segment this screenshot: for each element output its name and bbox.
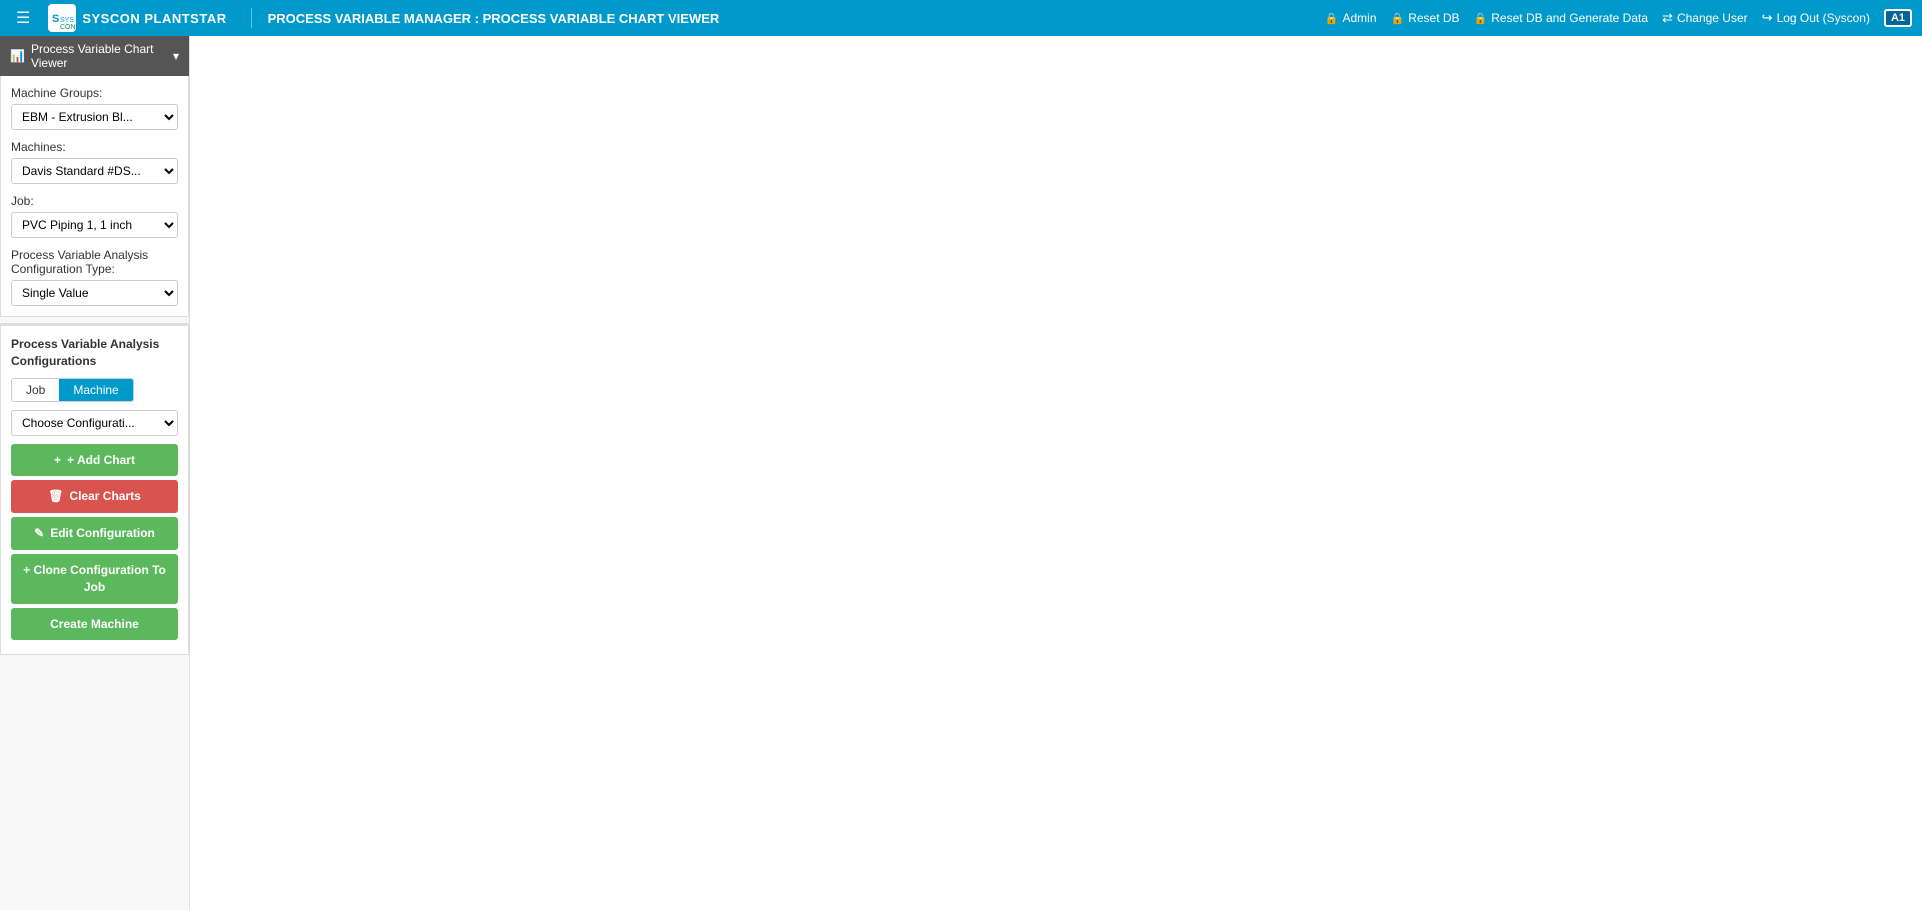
tab-machine[interactable]: Machine — [59, 379, 132, 401]
job-label: Job: — [11, 194, 178, 208]
sidebar: 📊 Process Variable Chart Viewer ▾ Machin… — [0, 36, 190, 910]
panel-header-label: Process Variable Chart Viewer — [31, 42, 167, 70]
logo: S SYS CON SYSCON PLANTSTAR — [48, 4, 226, 32]
clone-config-label: + Clone Configuration To Job — [21, 562, 168, 596]
machines-select[interactable]: Davis Standard #DS... — [11, 158, 178, 184]
plantstar-logo-icon: S SYS CON — [48, 4, 76, 32]
job-select[interactable]: PVC Piping 1, 1 inch — [11, 212, 178, 238]
machine-groups-select[interactable]: EBM - Extrusion Bl... — [11, 104, 178, 130]
transfer-icon — [1662, 10, 1673, 26]
machines-label: Machines: — [11, 140, 178, 154]
panel-header-icon: 📊 — [10, 49, 25, 63]
tab-job[interactable]: Job — [12, 379, 59, 401]
lock-icon-admin — [1325, 11, 1339, 25]
logout-icon — [1762, 10, 1773, 26]
edit-config-button[interactable]: ✎ Edit Configuration — [11, 517, 178, 550]
svg-text:CON: CON — [60, 24, 76, 31]
clone-config-button[interactable]: + Clone Configuration To Job — [11, 554, 178, 604]
top-nav: ☰ S SYS CON SYSCON PLANTSTAR PROCESS VAR… — [0, 0, 1922, 36]
trash-icon: 🗑 — [48, 488, 63, 505]
reset-db-link[interactable]: Reset DB — [1391, 11, 1460, 25]
page-title: PROCESS VARIABLE MANAGER : PROCESS VARIA… — [268, 11, 720, 26]
clear-charts-button[interactable]: 🗑 Clear Charts — [11, 480, 178, 513]
clear-charts-label: Clear Charts — [69, 488, 140, 505]
logo-text: SYSCON PLANTSTAR — [82, 11, 226, 26]
filter-panel: Machine Groups: EBM - Extrusion Bl... Ma… — [0, 76, 189, 317]
admin-link[interactable]: Admin — [1325, 11, 1377, 25]
config-panel: Process Variable Analysis Configurations… — [0, 323, 189, 655]
panel-header[interactable]: 📊 Process Variable Chart Viewer ▾ — [0, 36, 189, 76]
user-badge: A1 — [1884, 9, 1912, 27]
create-machine-button[interactable]: Create Machine — [11, 608, 178, 641]
hamburger-button[interactable]: ☰ — [10, 6, 36, 30]
reset-db-generate-link[interactable]: Reset DB and Generate Data — [1474, 11, 1648, 25]
panel-header-chevron: ▾ — [173, 49, 179, 63]
add-chart-label: + Add Chart — [67, 452, 135, 469]
add-chart-button[interactable]: + + Add Chart — [11, 444, 178, 477]
svg-text:S: S — [52, 13, 59, 25]
edit-config-label: Edit Configuration — [50, 525, 155, 542]
nav-right: Admin Reset DB Reset DB and Generate Dat… — [1325, 9, 1912, 27]
machine-groups-label: Machine Groups: — [11, 86, 178, 100]
edit-icon: ✎ — [34, 525, 44, 542]
logout-link[interactable]: Log Out (Syscon) — [1762, 10, 1870, 26]
nav-divider-1 — [251, 8, 252, 28]
svg-text:SYS: SYS — [60, 17, 74, 24]
main-wrapper: 📊 Process Variable Chart Viewer ▾ Machin… — [0, 36, 1922, 910]
config-type-label: Process Variable Analysis Configuration … — [11, 248, 178, 276]
tab-toggle-group: Job Machine — [11, 378, 134, 402]
lock-icon-generate — [1474, 11, 1488, 25]
content-area — [190, 36, 1922, 910]
add-chart-icon: + — [54, 452, 61, 469]
lock-icon-resetdb — [1391, 11, 1405, 25]
change-user-link[interactable]: Change User — [1662, 10, 1748, 26]
config-type-select[interactable]: Single Value Multi Value Range — [11, 280, 178, 306]
create-machine-label: Create Machine — [50, 616, 139, 633]
config-panel-title: Process Variable Analysis Configurations — [11, 336, 178, 370]
choose-config-select[interactable]: Choose Configurati... — [11, 410, 178, 436]
